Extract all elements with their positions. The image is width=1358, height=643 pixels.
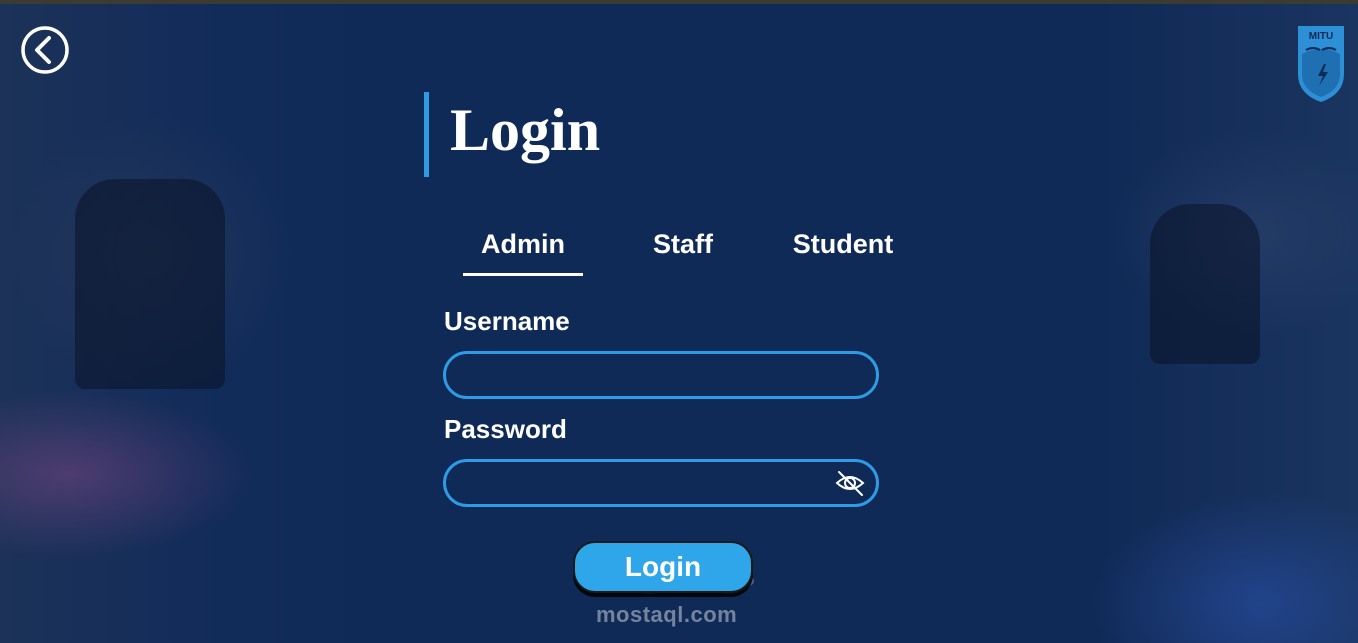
password-input[interactable] (462, 462, 826, 506)
mitu-logo: MITU (1296, 24, 1346, 104)
password-visibility-toggle[interactable] (834, 469, 866, 497)
login-button[interactable]: Login (573, 541, 753, 593)
password-label: Password (444, 414, 567, 444)
back-button[interactable] (20, 25, 70, 75)
tab-staff[interactable]: Staff (623, 226, 743, 278)
chevron-left-circle-icon (21, 26, 69, 74)
password-field-container (443, 459, 879, 507)
title-accent-bar (424, 92, 429, 177)
username-label: Username (444, 306, 570, 336)
tab-admin[interactable]: Admin (463, 226, 583, 278)
active-tab-indicator (463, 273, 583, 276)
username-input[interactable] (462, 354, 826, 398)
watermark-text: mostaql.com (596, 602, 738, 627)
username-field-container (443, 351, 879, 399)
background-person-silhouette (1150, 204, 1260, 364)
page-title: Login (450, 97, 601, 163)
background-person-silhouette (75, 179, 225, 389)
logo-text: MITU (1309, 31, 1333, 42)
eye-slash-icon (835, 471, 865, 496)
tab-student[interactable]: Student (783, 226, 903, 278)
